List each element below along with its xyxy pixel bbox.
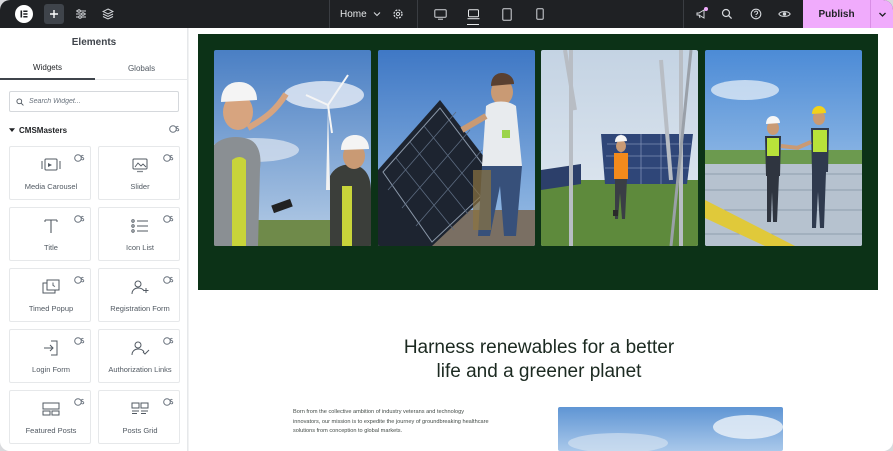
engineers-rooftop-solar-photo (705, 50, 862, 246)
help-button[interactable] (745, 0, 767, 28)
heading-line-1: Harness renewables for a better (403, 337, 675, 358)
worker-installing-solar-panel-photo (378, 50, 535, 246)
login-form-icon (10, 340, 92, 356)
add-element-button[interactable] (42, 0, 66, 28)
chevron-down-icon (878, 12, 886, 17)
tab-widgets[interactable]: Widgets (0, 57, 95, 80)
section-heading[interactable]: Harness renewables for a better life and… (359, 336, 719, 384)
widget-label: Media Carousel (24, 182, 78, 191)
widget-card-featured-posts[interactable]: Featured Posts (9, 390, 91, 444)
desktop-view-button[interactable] (426, 0, 454, 28)
structure-button[interactable] (96, 0, 120, 28)
toolbar-divider (417, 0, 418, 28)
paragraph-line-1: Born from the collective ambition of ind… (293, 409, 465, 415)
tablet-view-button[interactable] (493, 0, 521, 28)
widget-card-posts-grid[interactable]: Posts Grid (98, 390, 180, 444)
hero-section[interactable] (198, 34, 878, 290)
plus-icon (44, 4, 64, 24)
widget-card-registration-form[interactable]: Registration Form (98, 268, 180, 322)
tab-globals[interactable]: Globals (95, 57, 188, 80)
toolbar-divider (683, 0, 684, 28)
widget-card-icon-list[interactable]: Icon List (98, 207, 180, 261)
widget-card-authorization-links[interactable]: Authorization Links (98, 329, 180, 383)
icon-list-icon (99, 218, 181, 234)
cmsmasters-badge-icon (169, 125, 180, 133)
chevron-down-icon (373, 12, 381, 17)
timed-popup-icon (10, 279, 92, 295)
layers-icon (102, 8, 114, 20)
authorization-links-icon (99, 340, 181, 356)
preview-button[interactable] (773, 0, 795, 28)
notification-dot (704, 7, 708, 11)
search-widget-box (9, 91, 179, 112)
page-selector[interactable]: Home (340, 0, 381, 28)
worker-solar-field-photo (541, 50, 698, 246)
top-toolbar: Home Publish (0, 0, 893, 28)
paragraph-line-3: solutions from conception to global mark… (293, 428, 403, 434)
search-widget-input[interactable] (29, 98, 159, 105)
panel-title: Elements (71, 37, 117, 48)
site-settings-button[interactable] (69, 0, 93, 28)
widget-label: Slider (130, 182, 150, 191)
publish-options-button[interactable] (870, 0, 893, 28)
tablet-icon (502, 7, 512, 21)
sliders-icon (76, 9, 86, 19)
toolbar-divider (329, 0, 330, 28)
page-name: Home (340, 8, 367, 20)
category-label: CMSMasters (19, 125, 68, 135)
sky-image[interactable] (558, 407, 783, 451)
widget-label: Title (44, 243, 58, 252)
monitor-icon (433, 8, 447, 20)
posts-grid-icon (99, 401, 181, 417)
widget-label: Registration Form (110, 304, 170, 313)
heading-line-2: life and a greener planet (436, 361, 642, 382)
widget-label: Authorization Links (108, 365, 172, 374)
elementor-menu-button[interactable] (12, 0, 36, 28)
help-icon (750, 8, 762, 20)
widget-label: Posts Grid (122, 426, 158, 435)
mobile-icon (536, 8, 544, 20)
intro-paragraph[interactable]: Born from the collective ambition of ind… (293, 408, 533, 437)
widget-label: Login Form (32, 365, 70, 374)
title-icon (10, 218, 92, 234)
caret-down-icon (9, 128, 15, 132)
widget-card-title[interactable]: Title (9, 207, 91, 261)
elements-panel: Elements Widgets Globals CMSMasters Medi… (0, 28, 188, 451)
media-carousel-icon (10, 157, 92, 173)
featured-posts-icon (10, 401, 92, 417)
slider-icon (99, 157, 181, 173)
widget-label: Timed Popup (28, 304, 74, 313)
page-canvas: Harness renewables for a better life and… (189, 28, 893, 451)
widget-card-media-carousel[interactable]: Media Carousel (9, 146, 91, 200)
paragraph-line-2: innovators, our mission is to expedite t… (293, 418, 489, 425)
panel-tabs: Widgets Globals (0, 57, 188, 80)
widget-card-slider[interactable]: Slider (98, 146, 180, 200)
finder-button[interactable] (716, 0, 738, 28)
page-settings-button[interactable] (388, 0, 408, 28)
elementor-logo-icon (15, 5, 33, 23)
search-icon (16, 97, 24, 106)
category-header-cmsmasters[interactable]: CMSMasters (9, 124, 181, 136)
engineers-wind-turbine-photo (214, 50, 371, 246)
widget-card-timed-popup[interactable]: Timed Popup (9, 268, 91, 322)
search-icon (721, 8, 733, 20)
laptop-view-button[interactable] (459, 0, 487, 28)
laptop-icon (467, 8, 479, 19)
mobile-view-button[interactable] (526, 0, 554, 28)
registration-form-icon (99, 279, 181, 295)
gear-icon (393, 9, 403, 19)
widget-label: Icon List (126, 243, 154, 252)
eye-icon (777, 11, 791, 17)
publish-button[interactable]: Publish (803, 0, 870, 28)
widget-label: Featured Posts (25, 426, 77, 435)
widget-card-login-form[interactable]: Login Form (9, 329, 91, 383)
whats-new-button[interactable] (690, 0, 712, 28)
editor-window: Home Publish Elements Widgets Globals Se… (0, 0, 893, 451)
